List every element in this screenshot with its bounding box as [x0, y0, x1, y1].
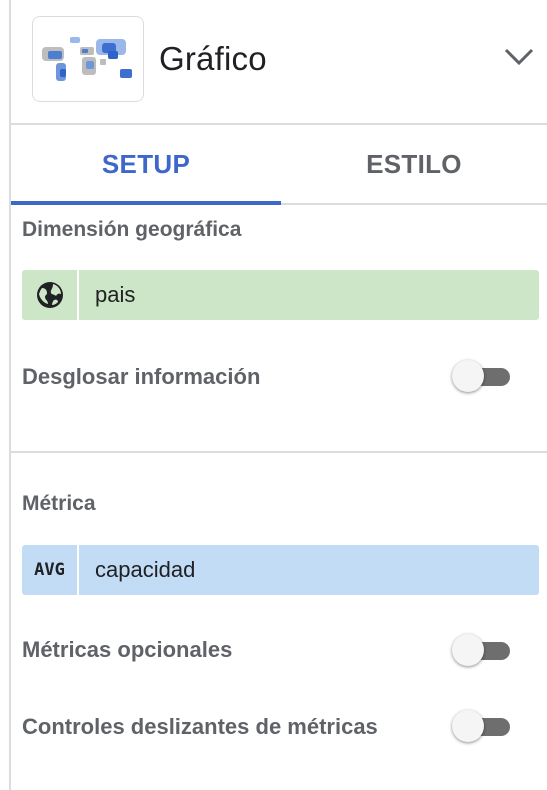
world-map-thumbnail-icon[interactable] — [32, 16, 144, 102]
geo-dimension-value: pais — [95, 282, 136, 307]
tab-setup[interactable]: SETUP — [11, 125, 281, 203]
metric-chip[interactable]: AVG capacidad — [22, 545, 539, 595]
metric-sliders-toggle[interactable] — [452, 710, 512, 742]
drilldown-label: Desglosar información — [22, 364, 261, 389]
aggregation-badge[interactable]: AVG — [34, 560, 65, 580]
metric-sliders-label: Controles deslizantes de métricas — [22, 714, 378, 739]
metric-value: capacidad — [95, 557, 196, 582]
geo-dimension-label: Dimensión geográfica — [22, 218, 242, 241]
optional-metrics-label: Métricas opcionales — [22, 637, 233, 662]
globe-icon — [36, 282, 63, 308]
chart-title: Gráfico — [159, 40, 267, 77]
optional-metrics-toggle[interactable] — [452, 634, 512, 666]
section-divider — [11, 451, 547, 453]
tab-bar: SETUP ESTILO — [11, 125, 547, 205]
drilldown-toggle[interactable] — [452, 360, 512, 392]
metric-label: Métrica — [22, 492, 96, 515]
tab-divider — [281, 203, 547, 205]
geo-dimension-chip[interactable]: pais — [22, 270, 539, 320]
active-tab-indicator — [11, 201, 281, 205]
tab-estilo[interactable]: ESTILO — [281, 125, 547, 203]
chevron-down-icon[interactable] — [503, 47, 535, 67]
chart-header[interactable]: Gráfico — [11, 0, 547, 124]
